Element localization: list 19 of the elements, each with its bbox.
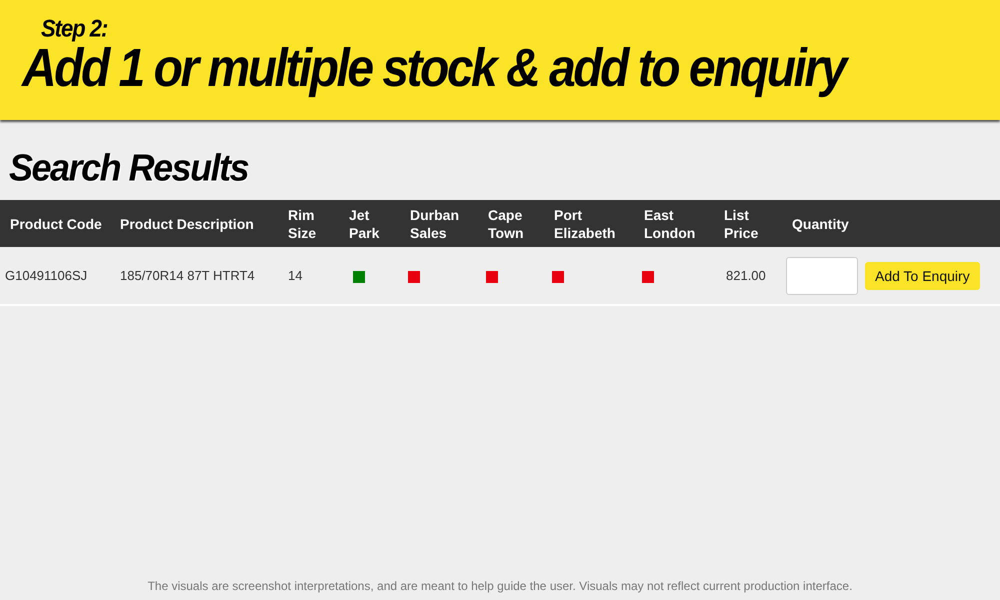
column-header: Port Elizabeth (544, 200, 634, 247)
column-header: Rim Size (278, 200, 339, 247)
column-header: Cape Town (478, 200, 544, 247)
disclaimer-text: The visuals are screenshot interpretations, and are meant to help guide the user. Visuals may not reflect current production interface. (146, 579, 854, 593)
table-cell: 185/70R14 87T HTRT4 (110, 247, 278, 305)
table-cell: G10491106SJ (0, 247, 110, 305)
column-header: List Price (714, 200, 782, 247)
table-cell: 14 (278, 247, 339, 305)
table-cell: 821.00 (714, 247, 782, 305)
column-header: Durban Sales (400, 200, 478, 247)
section-heading: Search Results (9, 147, 248, 189)
column-header: Jet Park (339, 200, 400, 247)
add-to-enquiry-button[interactable]: Add To Enquiry (865, 262, 980, 290)
column-header: Product Code (0, 200, 110, 247)
column-header: Product Description (110, 200, 278, 247)
step-label: Step 2: (41, 16, 108, 42)
column-header: Quantity (782, 200, 860, 247)
quantity-field[interactable] (786, 256, 858, 294)
column-header: East London (634, 200, 714, 247)
